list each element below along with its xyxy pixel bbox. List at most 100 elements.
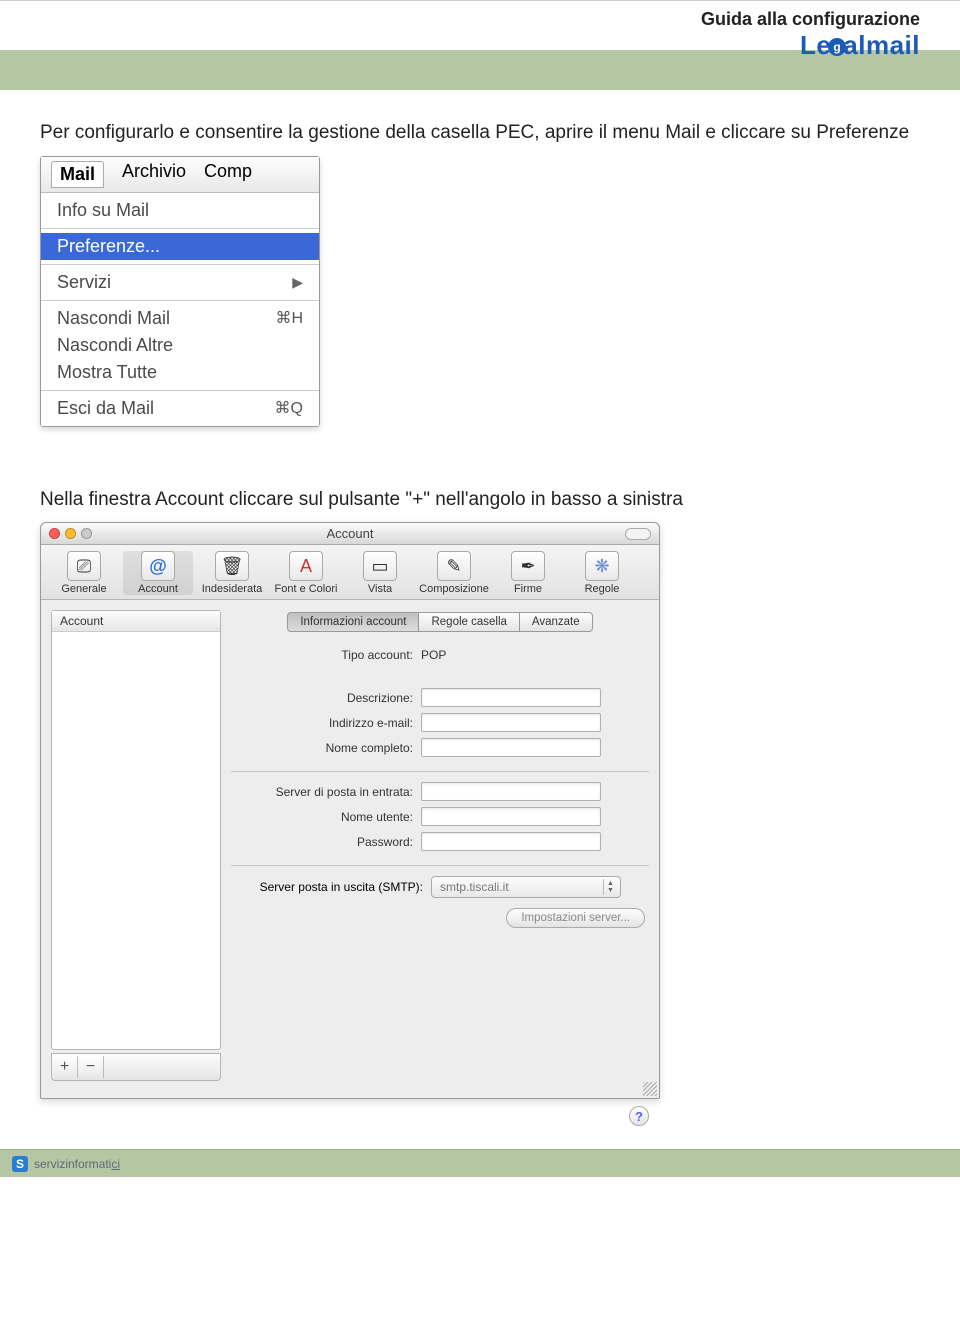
remove-account-button[interactable]: − [78, 1056, 104, 1078]
view-icon: ▭ [363, 551, 397, 581]
add-account-button[interactable]: + [52, 1056, 78, 1078]
smtp-combo[interactable]: smtp.tiscali.it ▲▼ [431, 876, 621, 898]
legalmail-logo: Legalmail [701, 30, 920, 61]
junk-icon: 🗑 [215, 551, 249, 581]
second-paragraph: Nella finestra Account cliccare sul puls… [40, 487, 920, 513]
help-button[interactable]: ? [629, 1106, 649, 1126]
divider [231, 771, 649, 772]
page-footer: S servizinformatici [0, 1149, 960, 1177]
rules-icon: ❋ [585, 551, 619, 581]
label-smtp: Server posta in uscita (SMTP): [231, 880, 431, 894]
divider [231, 865, 649, 866]
menu-label: Servizi [57, 272, 111, 293]
label-utente: Nome utente: [231, 810, 421, 824]
menu-item-servizi[interactable]: Servizi ▶ [41, 269, 319, 296]
toolbar-generale[interactable]: ⎚ Generale [49, 551, 119, 595]
label-descrizione: Descrizione: [231, 691, 421, 705]
content-area: Per configurarlo e consentire la gestion… [0, 90, 960, 1109]
menu-bar-mail[interactable]: Mail [51, 161, 104, 188]
intro-paragraph: Per configurarlo e consentire la gestion… [40, 120, 920, 146]
toolbar-composizione[interactable]: ✎Composizione [419, 551, 489, 595]
menu-label: Esci da Mail [57, 398, 154, 419]
window-titlebar: Account [41, 523, 659, 545]
smtp-value: smtp.tiscali.it [440, 880, 509, 894]
logo-pre: Le [800, 30, 831, 60]
submenu-arrow-icon: ▶ [292, 274, 303, 291]
input-password[interactable] [421, 832, 601, 851]
row-tipo: Tipo account: POP [231, 648, 649, 662]
header-titles: Guida alla configurazione Legalmail [701, 9, 920, 61]
list-footer: + − [51, 1053, 221, 1081]
menu-label: Nascondi Mail [57, 308, 170, 329]
menu-separator [41, 228, 319, 229]
help-icon: ? [635, 1109, 643, 1124]
row-password: Password: [231, 832, 649, 851]
tb-label: Generale [61, 583, 106, 595]
menu-label: Info su Mail [57, 200, 149, 221]
row-email: Indirizzo e-mail: [231, 713, 649, 732]
label-email: Indirizzo e-mail: [231, 716, 421, 730]
shortcut: ⌘H [275, 308, 303, 328]
tb-label: Account [138, 583, 178, 595]
menu-item-mostra-tutte[interactable]: Mostra Tutte [41, 359, 319, 386]
tb-label: Font e Colori [275, 583, 338, 595]
menu-item-info[interactable]: Info su Mail [41, 197, 319, 224]
toolbar-vista[interactable]: ▭ Vista [345, 551, 415, 595]
toolbar-account[interactable]: @ Account [123, 551, 193, 595]
page-header: Guida alla configurazione Legalmail [0, 0, 960, 90]
row-descrizione: Descrizione: [231, 688, 649, 707]
tab-informazioni[interactable]: Informazioni account [287, 612, 419, 632]
minus-icon: − [86, 1058, 95, 1076]
label-password: Password: [231, 835, 421, 849]
font-icon: A [289, 551, 323, 581]
signature-icon: ✒ [511, 551, 545, 581]
menu-bar-item[interactable]: Comp [204, 161, 252, 188]
server-settings-row: Impostazioni server... [231, 908, 649, 928]
menu-label: Mostra Tutte [57, 362, 157, 383]
server-settings-button[interactable]: Impostazioni server... [506, 908, 645, 928]
input-descrizione[interactable] [421, 688, 601, 707]
tb-label: Composizione [419, 583, 489, 595]
tb-label: Vista [368, 583, 392, 595]
menu-item-nascondi-altre[interactable]: Nascondi Altre [41, 332, 319, 359]
input-email[interactable] [421, 713, 601, 732]
menu-bar: Mail Archivio Comp [41, 157, 319, 193]
toolbar-firme[interactable]: ✒ Firme [493, 551, 563, 595]
mac-menu-screenshot: Mail Archivio Comp Info su Mail Preferen… [40, 156, 320, 427]
tab-avanzate[interactable]: Avanzate [520, 612, 593, 632]
shortcut: ⌘Q [275, 398, 303, 418]
menu-bar-item[interactable]: Archivio [122, 161, 186, 188]
window-title: Account [41, 526, 659, 541]
at-icon: @ [141, 551, 175, 581]
menu-item-nascondi-mail[interactable]: Nascondi Mail ⌘H [41, 305, 319, 332]
account-list[interactable]: Account + − [51, 610, 221, 1050]
input-utente[interactable] [421, 807, 601, 826]
input-nome[interactable] [421, 738, 601, 757]
menu-label: Preferenze... [57, 236, 160, 257]
resize-grip-icon[interactable] [643, 1082, 657, 1096]
menu-separator [41, 390, 319, 391]
toolbar-regole[interactable]: ❋Regole [567, 551, 637, 595]
tb-label: Indesiderata [202, 583, 263, 595]
slider-icon: ⎚ [67, 551, 101, 581]
footer-text-u: ci [111, 1157, 120, 1171]
footer-text-pre: servizinformati [34, 1157, 111, 1171]
label-nome: Nome completo: [231, 741, 421, 755]
window-body: Account + − Informazioni account Regole … [41, 600, 659, 1060]
menu-item-esci[interactable]: Esci da Mail ⌘Q [41, 395, 319, 422]
row-nome: Nome completo: [231, 738, 649, 757]
row-utente: Nome utente: [231, 807, 649, 826]
logo-post: almail [843, 30, 920, 60]
menu-label: Nascondi Altre [57, 335, 173, 356]
toolbar-font[interactable]: A Font e Colori [271, 551, 341, 595]
toolbar-indesiderata[interactable]: 🗑 Indesiderata [197, 551, 267, 595]
tb-label: Firme [514, 583, 542, 595]
menu-separator [41, 300, 319, 301]
tab-regole-casella[interactable]: Regole casella [419, 612, 519, 632]
account-details-pane: Informazioni account Regole casella Avan… [231, 610, 649, 1050]
menu-item-preferenze[interactable]: Preferenze... [41, 233, 319, 260]
footer-text: servizinformatici [34, 1157, 120, 1171]
footer-badge-icon: S [12, 1156, 28, 1172]
combo-stepper-icon: ▲▼ [603, 879, 617, 895]
input-server-in[interactable] [421, 782, 601, 801]
